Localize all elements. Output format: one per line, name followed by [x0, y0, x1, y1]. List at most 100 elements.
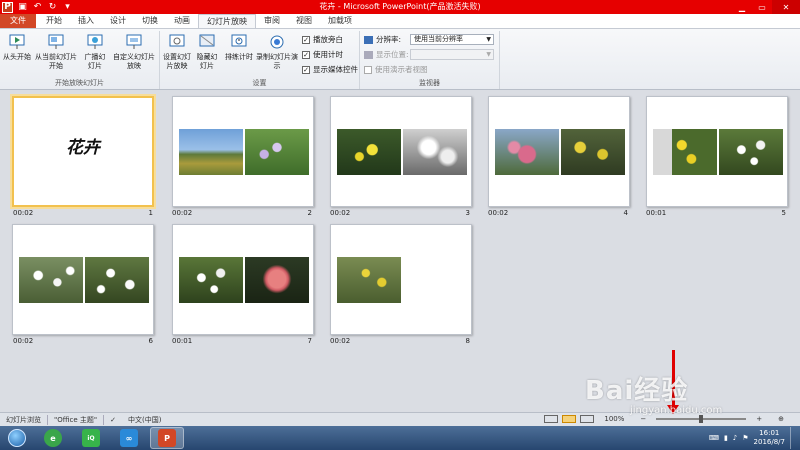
monitor-icon [364, 35, 373, 44]
from-current-label: 从当前幻灯片开始 [35, 53, 77, 70]
watermark-url: jingyan.baidu.com [630, 405, 723, 416]
start-button[interactable] [2, 427, 32, 449]
purple-flower-photo [245, 129, 309, 175]
white-daisy-photo [179, 257, 243, 303]
slide-thumbnail-1[interactable]: 花卉 [12, 96, 154, 207]
from-current-button[interactable]: 从当前幻灯片开始 [34, 33, 78, 71]
minimize-button[interactable]: ▁ [732, 0, 752, 14]
checkbox-checked-icon: ✓ [302, 50, 310, 59]
use-timings-label: 使用计时 [313, 50, 343, 59]
tab-design[interactable]: 设计 [102, 14, 134, 28]
flag-icon[interactable]: ⚑ [742, 434, 748, 442]
chevron-down-icon: ▼ [486, 36, 491, 43]
broadcast-icon [87, 34, 103, 49]
taskbar-app-iqiyi[interactable]: iQ [74, 427, 108, 449]
play-narration-checkbox[interactable]: ✓ 播放旁白 [302, 34, 343, 45]
from-beginning-icon [9, 34, 25, 49]
from-beginning-button[interactable]: 从头开始 [2, 33, 32, 62]
play-narration-label: 播放旁白 [313, 35, 343, 44]
group-monitors-label: 监视器 [419, 79, 440, 87]
zoom-slider[interactable] [656, 415, 747, 423]
normal-view-icon[interactable] [544, 415, 559, 423]
show-desktop-button[interactable] [790, 427, 796, 449]
group-start-slideshow: 从头开始 从当前幻灯片开始 广播幻灯片 自定义幻灯片放映 开始放映幻灯片 [0, 31, 160, 89]
tab-slide-show[interactable]: 幻灯片放映 [198, 14, 256, 28]
tab-view[interactable]: 视图 [288, 14, 320, 28]
keyboard-icon[interactable]: ⌨ [709, 434, 719, 442]
taskbar-app-cloud[interactable]: ∞ [112, 427, 146, 449]
tab-insert[interactable]: 插入 [70, 14, 102, 28]
zoom-slider-knob[interactable] [699, 415, 704, 423]
resolution-label: 分辨率: [376, 35, 402, 44]
slide-number: 6 [148, 337, 153, 345]
tab-file[interactable]: 文件 [0, 14, 36, 28]
hide-slide-icon [199, 34, 215, 47]
clock[interactable]: 16:01 2016/8/7 [754, 429, 785, 447]
broadcast-label: 广播幻灯片 [84, 53, 106, 70]
proofing-icon[interactable]: ✓ [104, 416, 122, 424]
clock-time: 16:01 [759, 429, 780, 437]
volume-icon[interactable]: ♪ [733, 434, 737, 442]
show-on-label: 显示位置: [376, 50, 409, 59]
slide-thumbnail-7[interactable] [172, 224, 314, 335]
maximize-button[interactable]: ▭ [752, 0, 772, 14]
slide-number: 3 [465, 209, 470, 217]
use-timings-checkbox[interactable]: ✓ 使用计时 [302, 49, 343, 60]
record-show-button[interactable]: 录制幻灯片演示 [256, 33, 298, 71]
group-setup-label: 设置 [252, 79, 267, 87]
checkbox-unchecked-icon [364, 65, 372, 74]
resolution-dropdown[interactable]: 使用当前分辨率 ▼ [410, 34, 494, 45]
slide-sorter: 花卉 00:02 1 00:02 2 00:02 3 00:02 4 00:01… [0, 90, 800, 412]
slide-thumbnail-3[interactable] [330, 96, 472, 207]
slide-thumbnail-2[interactable] [172, 96, 314, 207]
tab-transitions[interactable]: 切换 [134, 14, 166, 28]
show-on-dropdown[interactable]: ▼ [410, 49, 494, 60]
zoom-out-icon[interactable]: − [634, 415, 652, 423]
slide-number: 8 [465, 337, 470, 345]
cloud-app-icon: ∞ [120, 429, 138, 447]
taskbar: e iQ ∞ P ⌨ ▮ ♪ ⚑ 16:01 2016/8/7 [0, 426, 800, 450]
close-button[interactable]: ✕ [772, 0, 800, 14]
group-monitors: 分辨率: 使用当前分辨率 ▼ 显示位置: ▼ 使用演示者视图 监视器 [360, 31, 500, 89]
network-icon[interactable]: ▮ [724, 434, 728, 442]
taskbar-app-powerpoint[interactable]: P [150, 427, 184, 449]
group-start-label: 开始放映幻灯片 [55, 79, 104, 87]
zoom-control: 100% − + ⊕ [544, 415, 790, 423]
slide-timing: 00:02 [13, 209, 34, 217]
slide-thumbnail-4[interactable] [488, 96, 630, 207]
rehearse-button[interactable]: 排练计时 [224, 33, 254, 62]
presenter-view-checkbox[interactable]: 使用演示者视图 [364, 64, 428, 75]
hide-slide-button[interactable]: 隐藏幻灯片 [194, 33, 220, 71]
tab-animations[interactable]: 动画 [166, 14, 198, 28]
tab-home[interactable]: 开始 [38, 14, 70, 28]
zoom-level[interactable]: 100% [598, 415, 630, 423]
slide-thumbnail-6[interactable] [12, 224, 154, 335]
slide-timing: 00:02 [172, 209, 193, 217]
rehearse-label: 排练计时 [225, 53, 253, 61]
slide-number: 5 [781, 209, 786, 217]
window-controls: ▁ ▭ ✕ [732, 0, 800, 14]
slide-thumbnail-5[interactable] [646, 96, 788, 207]
slide-timing: 00:02 [330, 337, 351, 345]
slide-number: 7 [307, 337, 312, 345]
yellow-flower-photo [337, 129, 401, 175]
fit-to-window-icon[interactable]: ⊕ [772, 415, 790, 423]
zoom-in-icon[interactable]: + [750, 415, 768, 423]
reading-view-icon[interactable] [580, 415, 595, 423]
slide-sorter-view-icon[interactable] [562, 415, 577, 423]
checkbox-checked-icon: ✓ [302, 35, 310, 44]
iqiyi-icon: iQ [82, 429, 100, 447]
checkbox-checked-icon: ✓ [302, 65, 310, 74]
rehearse-timings-icon [231, 34, 247, 47]
status-language[interactable]: 中文(中国) [122, 415, 167, 425]
setup-show-button[interactable]: 设置幻灯片放映 [162, 33, 192, 71]
tab-review[interactable]: 审阅 [256, 14, 288, 28]
slide-thumbnail-8[interactable] [330, 224, 472, 335]
pink-rose-photo [245, 257, 309, 303]
show-media-controls-checkbox[interactable]: ✓ 显示媒体控件 [302, 64, 358, 75]
broadcast-button[interactable]: 广播幻灯片 [82, 33, 108, 71]
custom-show-button[interactable]: 自定义幻灯片放映 [112, 33, 156, 71]
ribbon: 从头开始 从当前幻灯片开始 广播幻灯片 自定义幻灯片放映 开始放映幻灯片 设置幻… [0, 29, 800, 90]
taskbar-app-browser[interactable]: e [36, 427, 70, 449]
tab-addins[interactable]: 加载项 [320, 14, 360, 28]
